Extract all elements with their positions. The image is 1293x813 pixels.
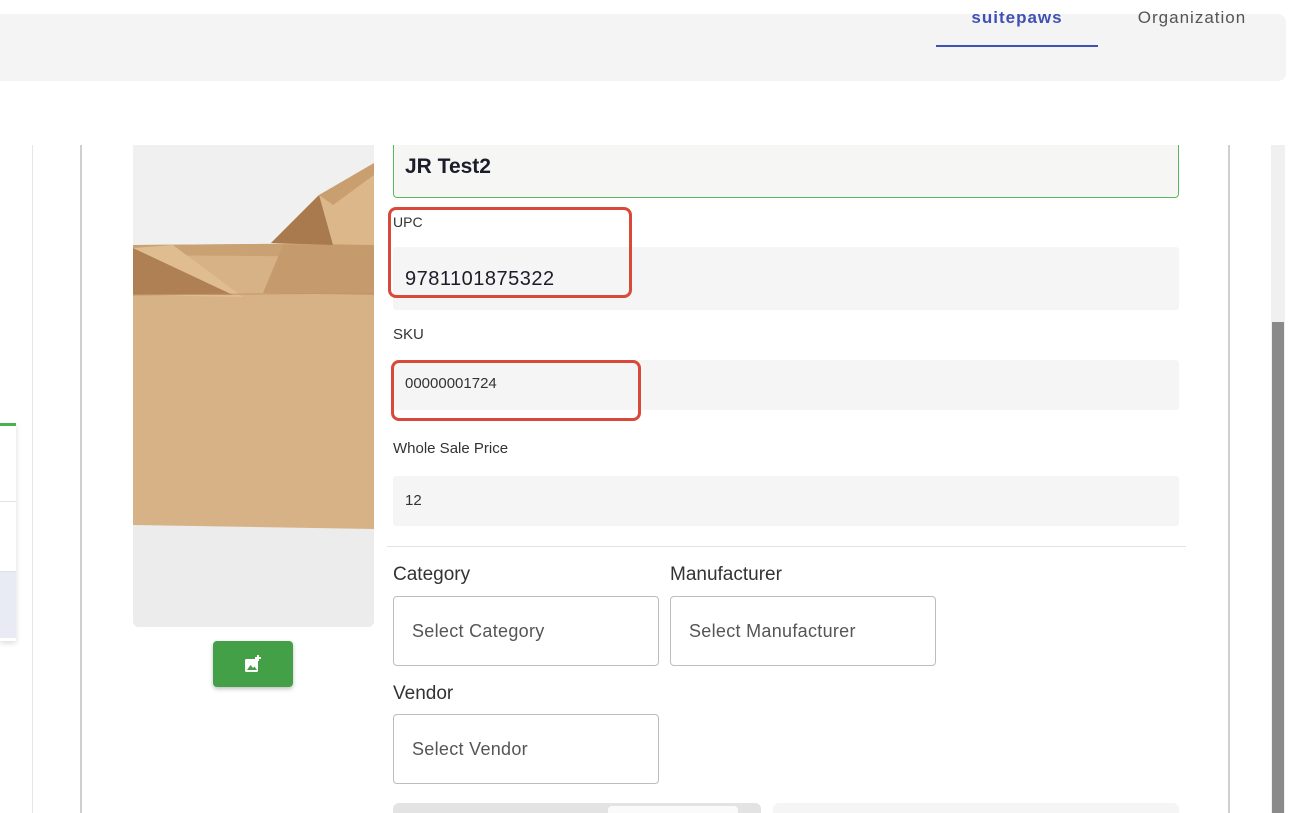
vendor-placeholder: Select Vendor: [412, 739, 528, 759]
product-name-field[interactable]: JR Test2: [393, 145, 1179, 198]
sku-field[interactable]: 00000001724: [393, 360, 1179, 410]
bottom-toggle-option[interactable]: [608, 806, 738, 813]
upc-label: UPC: [393, 214, 423, 230]
scrollbar-thumb[interactable]: [1272, 322, 1284, 813]
product-image: [133, 145, 374, 627]
bottom-field[interactable]: [773, 803, 1179, 813]
sku-label: SKU: [393, 326, 424, 343]
vendor-select[interactable]: Select Vendor: [393, 714, 659, 784]
manufacturer-placeholder: Select Manufacturer: [689, 621, 856, 641]
side-panel-selected-item[interactable]: [0, 572, 16, 638]
product-name-value: JR Test2: [405, 155, 491, 178]
category-select[interactable]: Select Category: [393, 596, 659, 666]
sku-value: 00000001724: [405, 375, 497, 392]
tab-organization[interactable]: Organization: [1110, 0, 1274, 47]
wholesale-price-field[interactable]: 12: [393, 476, 1179, 526]
manufacturer-label: Manufacturer: [670, 564, 782, 585]
vendor-label: Vendor: [393, 683, 454, 704]
cardboard-box-image: [133, 145, 374, 627]
category-label: Category: [393, 564, 471, 585]
add-image-button[interactable]: [213, 641, 293, 687]
manufacturer-select[interactable]: Select Manufacturer: [670, 596, 936, 666]
upc-field[interactable]: 9781101875322: [393, 247, 1179, 310]
tab-suitepaws[interactable]: suitepaws: [936, 0, 1098, 47]
wholesale-price-value: 12: [405, 492, 422, 509]
upc-value: 9781101875322: [405, 268, 555, 290]
wholesale-price-label: Whole Sale Price: [393, 440, 509, 457]
bottom-toggle-group[interactable]: [393, 803, 761, 813]
category-placeholder: Select Category: [412, 621, 545, 641]
section-divider: [387, 546, 1186, 547]
side-panel-card: [0, 423, 16, 641]
add-photo-icon: [245, 655, 261, 672]
side-panel-row-divider: [0, 501, 16, 502]
sidebar-divider: [32, 145, 33, 813]
